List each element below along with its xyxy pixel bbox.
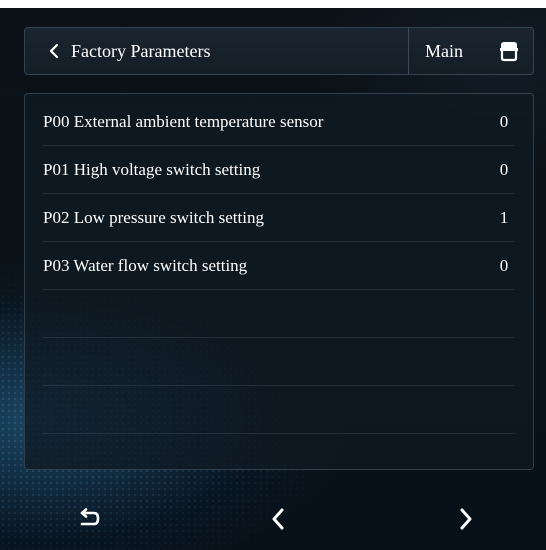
parameter-label: P00 External ambient temperature sensor [43, 111, 324, 131]
home-icon [500, 42, 518, 62]
top-bezel [0, 0, 546, 8]
parameter-value: 1 [499, 207, 509, 227]
parameter-value: 0 [499, 159, 509, 179]
return-button[interactable] [38, 492, 138, 550]
chevron-right-icon [460, 508, 472, 530]
parameter-row-p02[interactable]: P02 Low pressure switch setting 1 [43, 194, 515, 242]
back-button[interactable]: Factory Parameters [25, 28, 408, 74]
empty-row [43, 338, 515, 386]
chevron-left-icon [272, 508, 284, 530]
screen: Factory Parameters Main P00 External amb… [0, 0, 546, 550]
parameter-value: 0 [499, 111, 509, 131]
parameter-label: P02 Low pressure switch setting [43, 207, 264, 227]
previous-page-button[interactable] [228, 492, 328, 550]
page-title: Factory Parameters [71, 40, 211, 61]
parameter-row-p00[interactable]: P00 External ambient temperature sensor … [43, 98, 515, 146]
main-button[interactable]: Main [409, 28, 533, 74]
bottom-nav [0, 492, 546, 550]
chevron-left-icon [49, 43, 59, 59]
parameter-value: 0 [499, 255, 509, 275]
parameter-label: P01 High voltage switch setting [43, 159, 261, 179]
parameter-list: P00 External ambient temperature sensor … [24, 93, 534, 470]
return-icon [80, 508, 100, 526]
empty-row [43, 290, 515, 338]
main-label: Main [425, 40, 463, 61]
parameter-row-p01[interactable]: P01 High voltage switch setting 0 [43, 146, 515, 194]
parameter-row-p03[interactable]: P03 Water flow switch setting 0 [43, 242, 515, 290]
header-bar: Factory Parameters Main [24, 27, 534, 75]
empty-row [43, 386, 515, 434]
next-page-button[interactable] [414, 492, 514, 550]
parameter-label: P03 Water flow switch setting [43, 255, 248, 275]
